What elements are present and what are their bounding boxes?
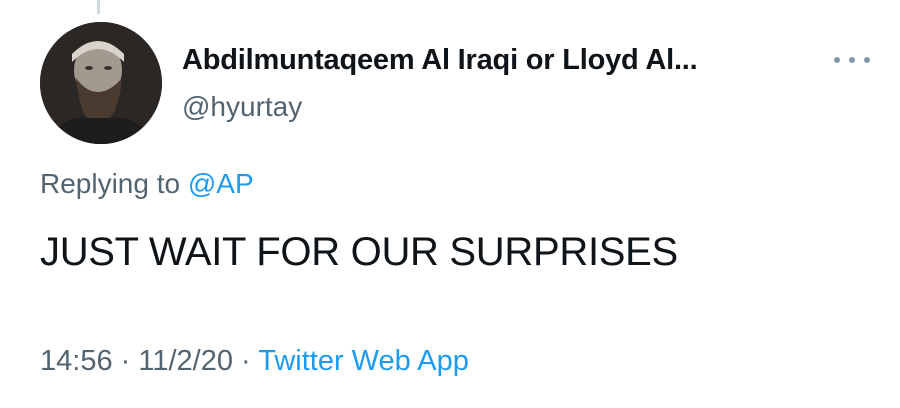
tweet-source-link[interactable]: Twitter Web App xyxy=(258,345,469,377)
meta-separator: · xyxy=(112,345,139,377)
replying-to-line: Replying to @AP xyxy=(40,168,254,200)
replying-to-label: Replying to xyxy=(40,168,188,199)
dot-icon xyxy=(864,57,870,63)
more-options-icon[interactable] xyxy=(834,52,870,68)
dot-icon xyxy=(849,57,855,63)
author-display-name[interactable]: Abdilmuntaqeem Al Iraqi or Lloyd Al... xyxy=(182,44,698,77)
tweet-meta: 14:56 · 11/2/20 · Twitter Web App xyxy=(40,345,469,378)
tweet-time[interactable]: 14:56 xyxy=(40,345,113,377)
meta-separator: · xyxy=(232,345,259,377)
avatar-photo xyxy=(40,22,162,144)
tweet-date[interactable]: 11/2/20 xyxy=(138,345,233,377)
tweet-body-text: JUST WAIT FOR OUR SURPRISES xyxy=(40,230,678,274)
author-handle[interactable]: @hyurtay xyxy=(182,91,302,123)
dot-icon xyxy=(834,57,840,63)
thread-connector-line xyxy=(97,0,100,14)
avatar[interactable] xyxy=(40,22,162,144)
reply-mention-link[interactable]: @AP xyxy=(188,168,254,199)
